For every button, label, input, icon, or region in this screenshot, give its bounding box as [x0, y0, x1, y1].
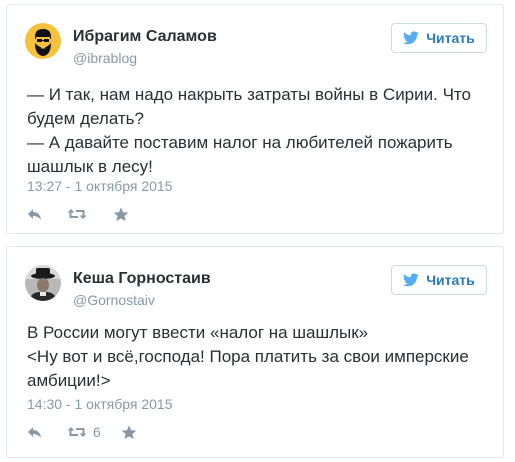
tweet-text: В России могут ввести «налог на шашлык» … — [27, 321, 483, 393]
tweet-text: — И так, нам надо накрыть затраты войны … — [27, 83, 483, 179]
avatar[interactable] — [25, 23, 61, 59]
retweet-button[interactable] — [67, 207, 93, 221]
favorite-button[interactable] — [121, 425, 137, 440]
tweet-actions — [27, 204, 129, 224]
tweet-text-line: — И так, нам надо накрыть затраты войны … — [27, 85, 471, 104]
follow-button-label: Читать — [426, 272, 475, 288]
star-icon — [113, 207, 129, 221]
author-handle[interactable]: @Gornostaiv — [73, 292, 155, 308]
retweet-button[interactable]: 6 — [67, 424, 101, 440]
tweet-timestamp[interactable]: 13:27 - 1 октября 2015 — [27, 178, 172, 194]
twitter-bird-icon — [403, 31, 419, 45]
retweet-count: 6 — [93, 424, 101, 440]
tweet-card: Ибрагим Саламов @ibrablog Читать — И так… — [6, 4, 504, 234]
tweet-header: Кеша Горностаив @Gornostaiv Читать — [25, 265, 487, 309]
tweet-text-line: — А давайте поставим налог на любителей … — [27, 133, 453, 152]
follow-button[interactable]: Читать — [391, 265, 487, 295]
reply-icon — [28, 427, 41, 438]
author-name[interactable]: Кеша Горностаив — [73, 270, 211, 288]
retweet-icon — [67, 209, 87, 219]
tweet-header: Ибрагим Саламов @ibrablog Читать — [25, 23, 487, 67]
follow-button-label: Читать — [426, 30, 475, 46]
reply-button[interactable] — [27, 207, 43, 221]
author-name[interactable]: Ибрагим Саламов — [73, 28, 217, 46]
twitter-bird-icon — [403, 273, 419, 287]
tweet-actions: 6 — [27, 422, 137, 442]
tweet-text-line: В России могут ввести «налог на шашлык» — [27, 323, 369, 342]
tweet-timestamp[interactable]: 14:30 - 1 октября 2015 — [27, 396, 172, 412]
tweet-text-line: <Ну вот и всё,господа! Пора платить за с… — [27, 347, 469, 366]
favorite-button[interactable] — [113, 207, 129, 222]
author-handle[interactable]: @ibrablog — [73, 50, 137, 66]
tweet-card: Кеша Горностаив @Gornostaiv Читать В Рос… — [6, 246, 504, 458]
follow-button[interactable]: Читать — [391, 23, 487, 53]
tweet-text-line: будем делать? — [27, 109, 144, 128]
star-icon — [121, 425, 137, 439]
reply-button[interactable] — [27, 425, 43, 439]
tweet-text-line: амбиции!> — [27, 371, 111, 390]
retweet-icon — [67, 427, 87, 437]
avatar[interactable] — [25, 265, 61, 301]
reply-icon — [28, 209, 41, 220]
tweet-text-line: шашлык в лесу! — [27, 157, 153, 176]
